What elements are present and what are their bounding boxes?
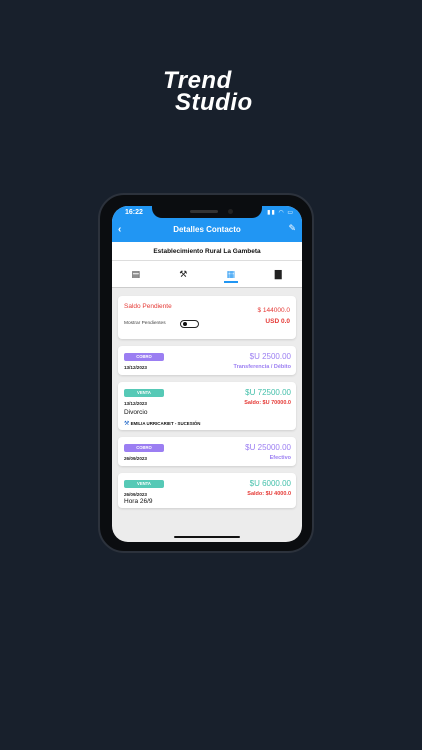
phone-screen: 16:22 ▮▮ ◠ ▭ ‹ Detalles Contacto ✎ Estab…	[112, 206, 302, 542]
brand-logo: Trend Studio	[163, 69, 253, 116]
transactions-list: Saldo Pendiente Mostrar Pendientes $ 144…	[112, 288, 302, 508]
status-time: 16:22	[125, 209, 143, 216]
transaction-date: 26/09/2023	[124, 492, 147, 497]
tab-folder[interactable]: ▇	[255, 261, 303, 287]
phone-notch	[152, 206, 262, 218]
transaction-balance: Saldo: $U 70000.0	[244, 400, 291, 406]
status-icons: ▮▮ ◠ ▭	[267, 210, 294, 216]
toggle-knob	[183, 322, 187, 326]
payment-method: Transferencia / Débito	[233, 364, 291, 370]
gavel-icon: ⚒	[124, 421, 130, 427]
page-title: Detalles Contacto	[173, 225, 241, 234]
transaction-description: Divorcio	[124, 409, 148, 416]
type-badge: VENTA	[124, 389, 164, 397]
payment-method: Efectivo	[269, 455, 291, 461]
transaction-amount: $U 72500.00	[245, 388, 291, 397]
saldo-card: Saldo Pendiente Mostrar Pendientes $ 144…	[118, 296, 296, 339]
show-pending-label: Mostrar Pendientes	[124, 321, 166, 326]
transaction-card[interactable]: COBRO 26/09/2023 $U 25000.00 Efectivo	[118, 437, 296, 466]
transaction-balance: Saldo: $U 4000.0	[247, 491, 291, 497]
tab-legal[interactable]: ⚒	[160, 261, 208, 287]
phone-frame: 16:22 ▮▮ ◠ ▭ ‹ Detalles Contacto ✎ Estab…	[98, 193, 314, 553]
front-camera	[228, 209, 233, 214]
transaction-date: 26/09/2023	[124, 456, 147, 461]
notes-icon: ▤	[131, 268, 140, 279]
speaker-grille	[190, 210, 218, 213]
tab-document[interactable]: ▦	[207, 261, 255, 287]
transaction-card[interactable]: COBRO 13/12/2023 $U 2500.00 Transferenci…	[118, 346, 296, 375]
transaction-amount: $U 6000.00	[249, 479, 291, 488]
transaction-amount: $U 2500.00	[249, 352, 291, 361]
transaction-date: 13/12/2023	[124, 401, 147, 406]
transaction-card[interactable]: VENTA 26/09/2023 $U 6000.00 Saldo: $U 40…	[118, 473, 296, 508]
case-person: EMILIA URRICARIET - SUCESIÓN	[130, 421, 201, 426]
saldo-label: Saldo Pendiente	[124, 303, 172, 310]
transaction-description: Hora 26/9	[124, 498, 153, 505]
related-case: ⚒ EMILIA URRICARIET - SUCESIÓN	[124, 420, 200, 427]
type-badge: VENTA	[124, 480, 164, 488]
saldo-amount-pesos: $ 144000.0	[257, 307, 290, 314]
type-badge: COBRO	[124, 444, 164, 452]
transaction-amount: $U 25000.00	[245, 443, 291, 452]
brand-line-2: Studio	[175, 89, 253, 116]
transaction-date: 13/12/2023	[124, 365, 147, 370]
saldo-amount-usd: USD 0.0	[265, 318, 290, 325]
gavel-icon: ⚒	[179, 268, 188, 279]
home-indicator[interactable]	[174, 536, 240, 538]
type-badge: COBRO	[124, 353, 164, 361]
tab-bar: ▤ ⚒ ▦ ▇	[112, 261, 302, 288]
show-pending-toggle[interactable]	[180, 320, 199, 328]
edit-icon[interactable]: ✎	[288, 223, 296, 234]
document-icon: ▦	[226, 268, 235, 279]
contact-name: Establecimiento Rural La Gambeta	[112, 242, 302, 261]
folder-icon: ▇	[274, 268, 282, 279]
transaction-card[interactable]: VENTA 13/12/2023 $U 72500.00 Saldo: $U 7…	[118, 382, 296, 430]
tab-notes[interactable]: ▤	[112, 261, 160, 287]
